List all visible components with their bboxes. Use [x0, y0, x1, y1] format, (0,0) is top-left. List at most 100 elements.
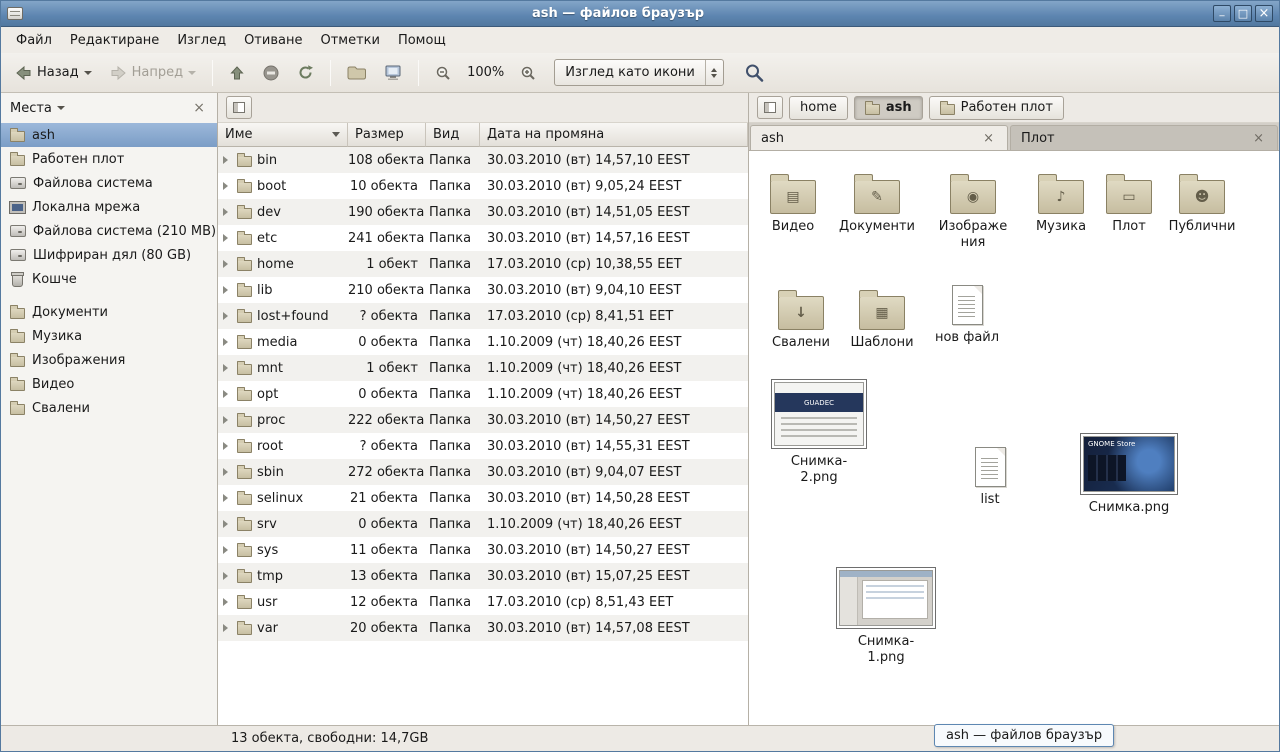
- location-toggle-button[interactable]: [226, 96, 252, 119]
- icon-item-new-file[interactable]: нов файл: [927, 285, 1007, 346]
- table-row[interactable]: usr 12 обекта Папка 17.03.2010 (ср) 8,51…: [218, 589, 748, 615]
- icon-item-video[interactable]: Видео: [753, 171, 833, 235]
- sidebar-item-desktop[interactable]: Работен плот: [1, 147, 217, 171]
- expander-icon[interactable]: [223, 312, 232, 320]
- expander-icon[interactable]: [223, 546, 232, 554]
- expander-icon[interactable]: [223, 624, 232, 632]
- column-header-name[interactable]: Име: [218, 123, 348, 147]
- titlebar[interactable]: ash — файлов браузър: [1, 1, 1279, 27]
- table-row[interactable]: home 1 обект Папка 17.03.2010 (ср) 10,38…: [218, 251, 748, 277]
- table-row[interactable]: selinux 21 обекта Папка 30.03.2010 (вт) …: [218, 485, 748, 511]
- menu-item[interactable]: Отиване: [235, 30, 311, 51]
- icon-item-downloads[interactable]: Свалени: [761, 287, 841, 351]
- icon-view[interactable]: Видео Документи Изображения Музика Плот: [749, 151, 1279, 725]
- sidebar-mode-caret-icon[interactable]: [57, 106, 65, 114]
- expander-icon[interactable]: [223, 468, 232, 476]
- expander-icon[interactable]: [223, 390, 232, 398]
- expander-icon[interactable]: [223, 494, 232, 502]
- column-header-size[interactable]: Размер: [348, 123, 426, 147]
- icon-item-public[interactable]: Публични: [1162, 171, 1242, 235]
- expander-icon[interactable]: [223, 442, 232, 450]
- stop-button[interactable]: [255, 59, 287, 87]
- menu-item[interactable]: Отметки: [311, 30, 388, 51]
- menu-item[interactable]: Редактиране: [61, 30, 168, 51]
- expander-icon[interactable]: [223, 416, 232, 424]
- icon-item-images[interactable]: Изображения: [933, 171, 1013, 250]
- column-header-date[interactable]: Дата на промяна: [480, 123, 748, 147]
- expander-icon[interactable]: [223, 156, 232, 164]
- zoom-in-button[interactable]: [512, 59, 544, 87]
- expander-icon[interactable]: [223, 182, 232, 190]
- table-row[interactable]: opt 0 обекта Папка 1.10.2009 (чт) 18,40,…: [218, 381, 748, 407]
- sidebar-item-documents[interactable]: Документи: [1, 300, 217, 324]
- path-button-desktop[interactable]: Работен плот: [929, 96, 1064, 120]
- tab-desktop[interactable]: Плот: [1010, 125, 1278, 150]
- sidebar-item-ash[interactable]: ash: [1, 123, 217, 147]
- forward-button[interactable]: Напред: [102, 59, 204, 87]
- icon-item-snimka[interactable]: GNOME Store Снимка.png: [1079, 433, 1179, 516]
- icon-item-documents[interactable]: Документи: [835, 171, 919, 235]
- expander-icon[interactable]: [223, 208, 232, 216]
- expander-icon[interactable]: [223, 520, 232, 528]
- expander-icon[interactable]: [223, 338, 232, 346]
- sidebar-title[interactable]: Места: [10, 101, 52, 116]
- icon-item-snimka-2[interactable]: GUADEC Снимка-2.png: [769, 379, 869, 485]
- column-header-type[interactable]: Вид: [426, 123, 480, 147]
- table-row[interactable]: mnt 1 обект Папка 1.10.2009 (чт) 18,40,2…: [218, 355, 748, 381]
- sidebar-item-video[interactable]: Видео: [1, 372, 217, 396]
- tab-close-icon[interactable]: [1250, 131, 1267, 146]
- icon-item-desktop[interactable]: Плот: [1094, 171, 1164, 235]
- expander-icon[interactable]: [223, 364, 232, 372]
- expander-icon[interactable]: [223, 572, 232, 580]
- table-row[interactable]: proc 222 обекта Папка 30.03.2010 (вт) 14…: [218, 407, 748, 433]
- expander-icon[interactable]: [223, 286, 232, 294]
- computer-button[interactable]: [376, 59, 410, 87]
- table-row[interactable]: media 0 обекта Папка 1.10.2009 (чт) 18,4…: [218, 329, 748, 355]
- tab-ash[interactable]: ash: [750, 125, 1008, 150]
- table-row[interactable]: var 20 обекта Папка 30.03.2010 (вт) 14,5…: [218, 615, 748, 641]
- tab-close-icon[interactable]: [980, 131, 997, 146]
- sidebar-close-icon[interactable]: ×: [190, 100, 208, 116]
- table-row[interactable]: bin 108 обекта Папка 30.03.2010 (вт) 14,…: [218, 147, 748, 173]
- path-button-home[interactable]: home: [789, 96, 848, 120]
- menu-item[interactable]: Помощ: [389, 30, 455, 51]
- table-row[interactable]: sys 11 обекта Папка 30.03.2010 (вт) 14,5…: [218, 537, 748, 563]
- reload-button[interactable]: [289, 58, 322, 87]
- table-row[interactable]: root ? обекта Папка 30.03.2010 (вт) 14,5…: [218, 433, 748, 459]
- view-mode-select[interactable]: Изглед като икони: [554, 59, 724, 86]
- sidebar-item-music[interactable]: Музика: [1, 324, 217, 348]
- sidebar-item-downloads[interactable]: Свалени: [1, 396, 217, 420]
- back-button[interactable]: Назад: [7, 59, 100, 87]
- table-row[interactable]: lost+found ? обекта Папка 17.03.2010 (ср…: [218, 303, 748, 329]
- table-row[interactable]: lib 210 обекта Папка 30.03.2010 (вт) 9,0…: [218, 277, 748, 303]
- search-button[interactable]: [736, 57, 773, 89]
- icon-item-templates[interactable]: Шаблони: [842, 287, 922, 351]
- table-row[interactable]: tmp 13 обекта Папка 30.03.2010 (вт) 15,0…: [218, 563, 748, 589]
- sidebar-item-encrypted-partition[interactable]: Шифриран дял (80 GB): [1, 243, 217, 267]
- up-button[interactable]: [221, 59, 253, 87]
- table-row[interactable]: dev 190 обекта Папка 30.03.2010 (вт) 14,…: [218, 199, 748, 225]
- icon-item-snimka-1[interactable]: Снимка-1.png: [836, 567, 936, 665]
- icon-item-music[interactable]: Музика: [1021, 171, 1101, 235]
- path-button-ash[interactable]: ash: [854, 96, 923, 120]
- sidebar-item-filesystem[interactable]: Файлова система: [1, 171, 217, 195]
- sidebar-item-trash[interactable]: Кошче: [1, 267, 217, 291]
- expander-icon[interactable]: [223, 260, 232, 268]
- icon-item-list-file[interactable]: list: [950, 447, 1030, 508]
- sidebar-item-filesystem-210mb[interactable]: Файлова система (210 MB): [1, 219, 217, 243]
- home-button[interactable]: [339, 59, 374, 86]
- sidebar-item-images[interactable]: Изображения: [1, 348, 217, 372]
- minimize-button[interactable]: [1213, 5, 1231, 22]
- close-button[interactable]: [1255, 5, 1273, 22]
- table-row[interactable]: boot 10 обекта Папка 30.03.2010 (вт) 9,0…: [218, 173, 748, 199]
- sidebar-item-local-network[interactable]: Локална мрежа: [1, 195, 217, 219]
- menu-item[interactable]: Файл: [7, 30, 61, 51]
- maximize-button[interactable]: [1234, 5, 1252, 22]
- table-row[interactable]: etc 241 обекта Папка 30.03.2010 (вт) 14,…: [218, 225, 748, 251]
- location-toggle-button[interactable]: [757, 96, 783, 119]
- table-row[interactable]: srv 0 обекта Папка 1.10.2009 (чт) 18,40,…: [218, 511, 748, 537]
- table-row[interactable]: sbin 272 обекта Папка 30.03.2010 (вт) 9,…: [218, 459, 748, 485]
- menu-item[interactable]: Изглед: [168, 30, 235, 51]
- expander-icon[interactable]: [223, 598, 232, 606]
- zoom-out-button[interactable]: [427, 59, 459, 87]
